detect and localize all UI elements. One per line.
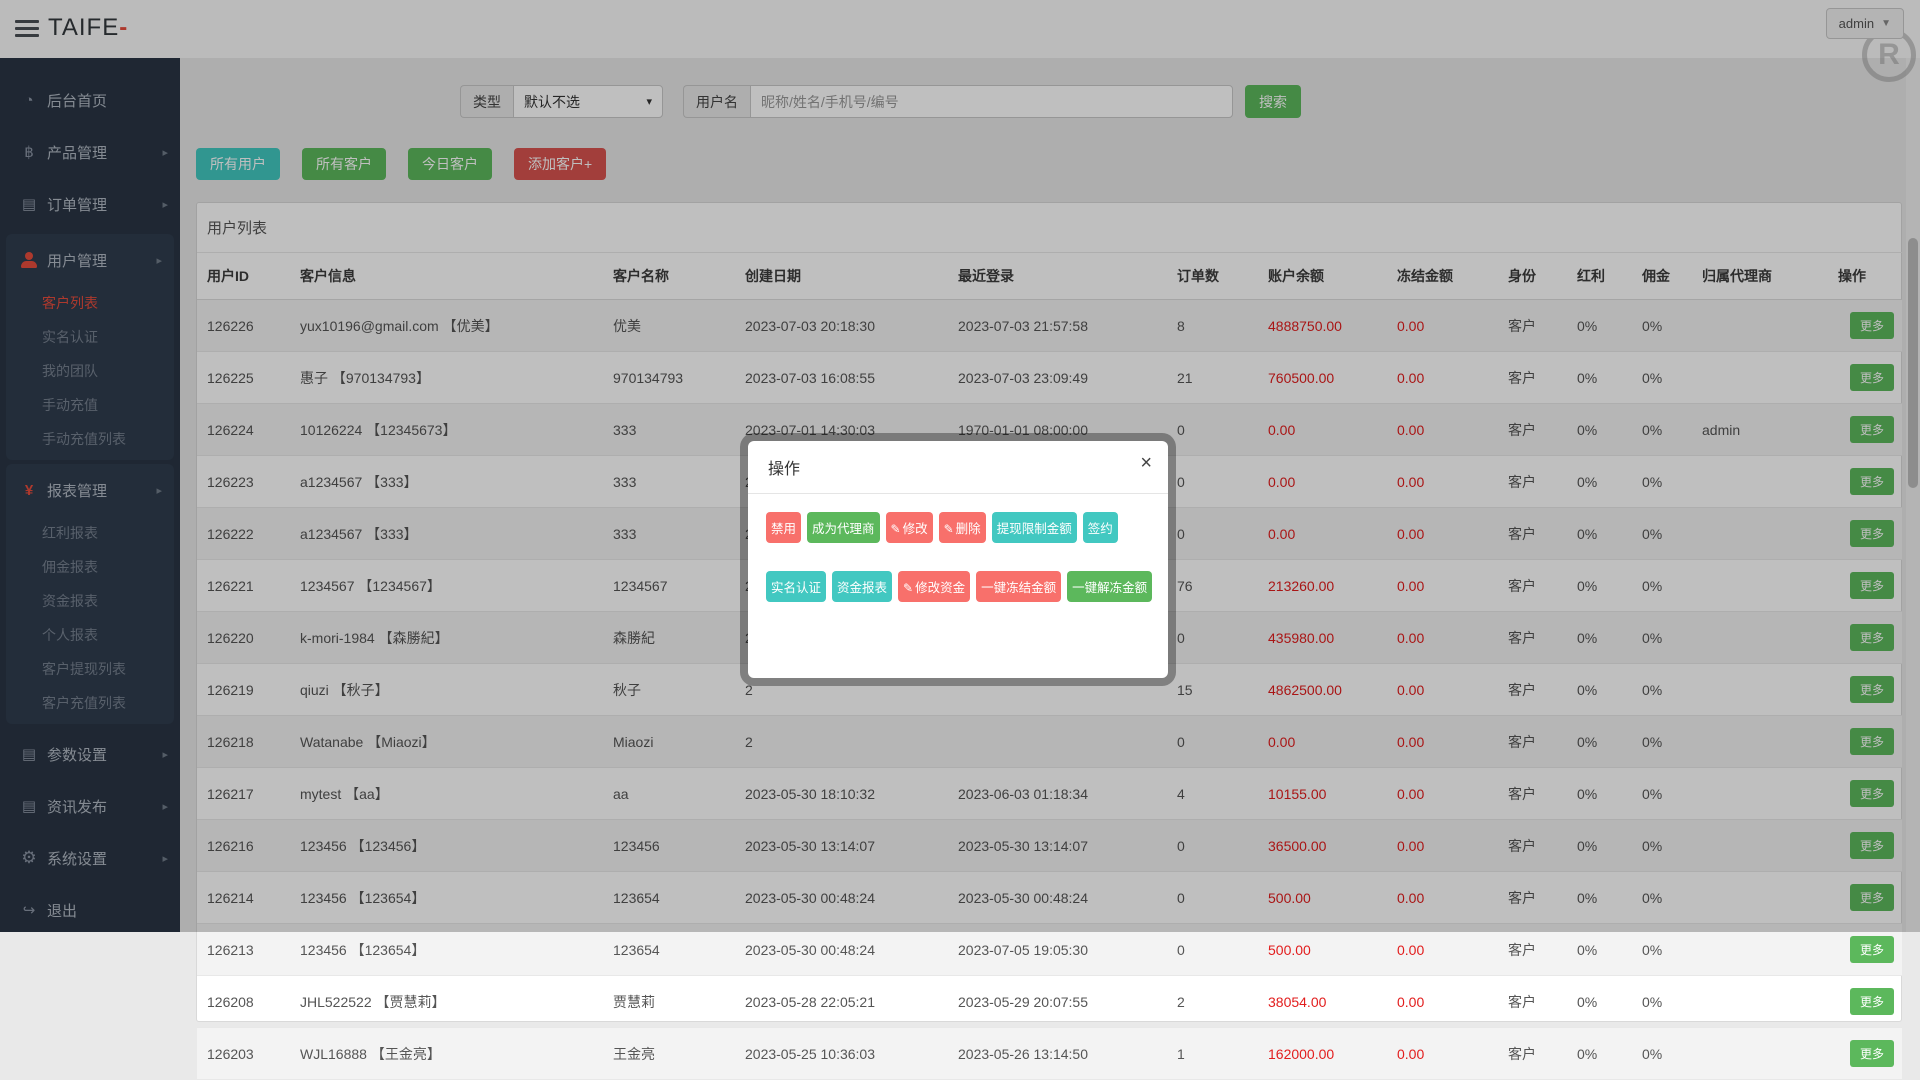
- cell-frozen: 0.00: [1397, 1028, 1508, 1080]
- cell-identity: 客户: [1508, 1028, 1577, 1080]
- delete-button[interactable]: ✎删除: [939, 512, 986, 543]
- cell-orders: 1: [1177, 1028, 1268, 1080]
- cell-created: 2023-05-25 10:36:03: [745, 1028, 958, 1080]
- cell-bonus: 0%: [1577, 976, 1642, 1028]
- more-button[interactable]: 更多: [1850, 988, 1894, 1015]
- cell-commission: 0%: [1642, 1028, 1702, 1080]
- cell-identity: 客户: [1508, 976, 1577, 1028]
- fund-report-button[interactable]: 资金报表: [832, 571, 892, 602]
- cell-balance: 162000.00: [1268, 1028, 1397, 1080]
- cell-user_id: 126203: [197, 1028, 300, 1080]
- pencil-icon: ✎: [891, 522, 901, 536]
- freeze-amount-button[interactable]: 一键冻结金额: [976, 571, 1061, 602]
- cell-action: 更多: [1838, 976, 1902, 1028]
- realname-auth-button[interactable]: 实名认证: [766, 571, 826, 602]
- table-row: 126208JHL522522 【贾慧莉】贾慧莉2023-05-28 22:05…: [197, 976, 1902, 1028]
- cell-agent: [1702, 976, 1838, 1028]
- edit-funds-button[interactable]: ✎修改资金: [898, 571, 970, 602]
- become-agent-button[interactable]: 成为代理商: [807, 512, 880, 543]
- edit-button[interactable]: ✎修改: [886, 512, 933, 543]
- cell-frozen: 0.00: [1397, 976, 1508, 1028]
- modal-title: 操作: [768, 461, 800, 478]
- cell-created: 2023-05-28 22:05:21: [745, 976, 958, 1028]
- pencil-icon: ✎: [903, 581, 913, 595]
- cell-user_id: 126208: [197, 976, 300, 1028]
- cell-balance: 38054.00: [1268, 976, 1397, 1028]
- cell-last_login: 2023-05-29 20:07:55: [958, 976, 1177, 1028]
- modal-button-row: 禁用成为代理商✎修改✎删除提现限制金额签约: [766, 512, 1150, 543]
- modal-body: 禁用成为代理商✎修改✎删除提现限制金额签约实名认证资金报表✎修改资金一键冻结金额…: [748, 494, 1168, 602]
- table-row: 126203WJL16888 【王金亮】王金亮2023-05-25 10:36:…: [197, 1028, 1902, 1080]
- cell-info: JHL522522 【贾慧莉】: [300, 976, 613, 1028]
- cell-bonus: 0%: [1577, 1028, 1642, 1080]
- more-button[interactable]: 更多: [1850, 936, 1894, 963]
- disable-button[interactable]: 禁用: [766, 512, 801, 543]
- cell-last_login: 2023-05-26 13:14:50: [958, 1028, 1177, 1080]
- modal-button-row: 实名认证资金报表✎修改资金一键冻结金额一键解冻金额: [766, 571, 1150, 602]
- withdraw-limit-button[interactable]: 提现限制金额: [992, 512, 1077, 543]
- unfreeze-amount-button[interactable]: 一键解冻金额: [1067, 571, 1152, 602]
- more-button[interactable]: 更多: [1850, 1040, 1894, 1067]
- sign-button[interactable]: 签约: [1083, 512, 1118, 543]
- close-icon[interactable]: ×: [1140, 452, 1152, 475]
- cell-agent: [1702, 1028, 1838, 1080]
- cell-commission: 0%: [1642, 976, 1702, 1028]
- cell-name: 王金亮: [613, 1028, 745, 1080]
- cell-info: WJL16888 【王金亮】: [300, 1028, 613, 1080]
- action-modal: 操作 × 禁用成为代理商✎修改✎删除提现限制金额签约实名认证资金报表✎修改资金一…: [748, 441, 1168, 678]
- modal-header: 操作 ×: [748, 441, 1168, 494]
- cell-action: 更多: [1838, 1028, 1902, 1080]
- cell-name: 贾慧莉: [613, 976, 745, 1028]
- pencil-icon: ✎: [944, 522, 954, 536]
- cell-orders: 2: [1177, 976, 1268, 1028]
